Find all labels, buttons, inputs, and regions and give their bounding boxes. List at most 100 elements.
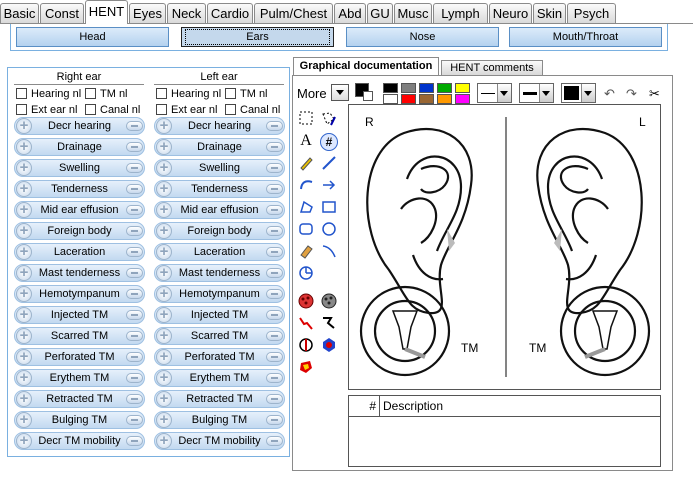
ellipse-tool-icon[interactable] bbox=[321, 221, 337, 237]
plus-icon[interactable]: + bbox=[156, 286, 172, 302]
color-swatch[interactable] bbox=[401, 83, 416, 93]
left-ear-finding-injected-tm[interactable]: + Injected TM bbox=[154, 306, 285, 324]
eraser-icon[interactable] bbox=[298, 243, 314, 259]
left-ear-check-tm-nl[interactable]: TM nl bbox=[225, 88, 268, 100]
left-ear-check-canal-nl[interactable]: Canal nl bbox=[225, 104, 280, 116]
tab-const[interactable]: Const bbox=[40, 3, 84, 24]
minus-icon[interactable] bbox=[126, 268, 143, 278]
checkbox[interactable] bbox=[156, 88, 167, 99]
minus-icon[interactable] bbox=[266, 226, 283, 236]
checkbox[interactable] bbox=[16, 104, 27, 115]
minus-icon[interactable] bbox=[126, 163, 143, 173]
rounded-rectangle-tool-icon[interactable] bbox=[298, 221, 314, 237]
plus-icon[interactable]: + bbox=[16, 307, 32, 323]
rectangle-tool-icon[interactable] bbox=[321, 199, 337, 215]
minus-icon[interactable] bbox=[266, 184, 283, 194]
plus-icon[interactable]: + bbox=[16, 286, 32, 302]
sub-tab-head[interactable]: Head bbox=[16, 27, 169, 47]
line-style-dropdown[interactable] bbox=[477, 83, 512, 103]
left-ear-finding-scarred-tm[interactable]: + Scarred TM bbox=[154, 327, 285, 345]
minus-icon[interactable] bbox=[126, 394, 143, 404]
circle-line-stamp-icon[interactable] bbox=[298, 337, 314, 353]
tab-psych[interactable]: Psych bbox=[567, 3, 616, 24]
left-ear-check-ext-ear-nl[interactable]: Ext ear nl bbox=[156, 104, 217, 116]
right-ear-finding-foreign-body[interactable]: + Foreign body bbox=[14, 222, 145, 240]
left-ear-finding-hemotympanum[interactable]: + Hemotympanum bbox=[154, 285, 285, 303]
plus-icon[interactable]: + bbox=[16, 433, 32, 449]
right-ear-finding-drainage[interactable]: + Drainage bbox=[14, 138, 145, 156]
undo-icon[interactable]: ↶ bbox=[604, 86, 615, 102]
minus-icon[interactable] bbox=[266, 142, 283, 152]
minus-icon[interactable] bbox=[126, 436, 143, 446]
minus-icon[interactable] bbox=[126, 205, 143, 215]
plus-icon[interactable]: + bbox=[156, 391, 172, 407]
pie-tool-icon[interactable] bbox=[298, 265, 314, 281]
tab-lymph[interactable]: Lymph bbox=[433, 3, 488, 24]
minus-icon[interactable] bbox=[266, 352, 283, 362]
plus-icon[interactable]: + bbox=[16, 181, 32, 197]
minus-icon[interactable] bbox=[126, 352, 143, 362]
minus-icon[interactable] bbox=[266, 289, 283, 299]
red-line-stamp-icon[interactable] bbox=[298, 315, 314, 331]
ear-drawing-canvas[interactable]: R L TM TM bbox=[348, 104, 661, 390]
plus-icon[interactable]: + bbox=[16, 244, 32, 260]
left-ear-check-hearing-nl[interactable]: Hearing nl bbox=[156, 88, 221, 100]
plus-icon[interactable]: + bbox=[16, 160, 32, 176]
right-ear-finding-erythem-tm[interactable]: + Erythem TM bbox=[14, 369, 145, 387]
stamp-red-pattern-icon[interactable] bbox=[298, 293, 314, 309]
plus-icon[interactable]: + bbox=[16, 139, 32, 155]
text-tool-icon[interactable]: A bbox=[298, 133, 314, 149]
plus-icon[interactable]: + bbox=[156, 265, 172, 281]
right-ear-finding-scarred-tm[interactable]: + Scarred TM bbox=[14, 327, 145, 345]
tab-hent-comments[interactable]: HENT comments bbox=[441, 60, 543, 76]
right-ear-finding-retracted-tm[interactable]: + Retracted TM bbox=[14, 390, 145, 408]
plus-icon[interactable]: + bbox=[156, 202, 172, 218]
right-ear-finding-laceration[interactable]: + Laceration bbox=[14, 243, 145, 261]
sub-tab-ears[interactable]: Ears bbox=[181, 27, 334, 47]
minus-icon[interactable] bbox=[126, 184, 143, 194]
tab-abd[interactable]: Abd bbox=[334, 3, 366, 24]
right-ear-finding-hemotympanum[interactable]: + Hemotympanum bbox=[14, 285, 145, 303]
left-ear-finding-tenderness[interactable]: + Tenderness bbox=[154, 180, 285, 198]
plus-icon[interactable]: + bbox=[156, 223, 172, 239]
left-ear-finding-laceration[interactable]: + Laceration bbox=[154, 243, 285, 261]
tab-musc[interactable]: Musc bbox=[394, 3, 432, 24]
left-ear-finding-decr-hearing[interactable]: + Decr hearing bbox=[154, 117, 285, 135]
minus-icon[interactable] bbox=[266, 373, 283, 383]
zigzag-stamp-icon[interactable] bbox=[321, 315, 337, 331]
minus-icon[interactable] bbox=[266, 121, 283, 131]
left-ear-finding-bulging-tm[interactable]: + Bulging TM bbox=[154, 411, 285, 429]
tab-basic[interactable]: Basic bbox=[0, 3, 39, 24]
minus-icon[interactable] bbox=[266, 163, 283, 173]
plus-icon[interactable]: + bbox=[16, 202, 32, 218]
right-ear-check-hearing-nl[interactable]: Hearing nl bbox=[16, 88, 81, 100]
plus-icon[interactable]: + bbox=[156, 433, 172, 449]
minus-icon[interactable] bbox=[266, 415, 283, 425]
number-tool-icon[interactable]: # bbox=[320, 133, 338, 151]
right-ear-finding-injected-tm[interactable]: + Injected TM bbox=[14, 306, 145, 324]
minus-icon[interactable] bbox=[266, 394, 283, 404]
fill-dropdown[interactable] bbox=[561, 83, 596, 103]
checkbox[interactable] bbox=[225, 104, 236, 115]
checkbox[interactable] bbox=[156, 104, 167, 115]
right-ear-check-tm-nl[interactable]: TM nl bbox=[85, 88, 128, 100]
polygon-tool-icon[interactable] bbox=[298, 199, 314, 215]
checkbox[interactable] bbox=[225, 88, 236, 99]
plus-icon[interactable]: + bbox=[156, 412, 172, 428]
checkbox[interactable] bbox=[85, 104, 96, 115]
minus-icon[interactable] bbox=[126, 415, 143, 425]
right-ear-check-canal-nl[interactable]: Canal nl bbox=[85, 104, 140, 116]
color-swatch[interactable] bbox=[401, 94, 416, 104]
plus-icon[interactable]: + bbox=[16, 118, 32, 134]
redo-icon[interactable]: ↷ bbox=[626, 86, 637, 102]
plus-icon[interactable]: + bbox=[156, 118, 172, 134]
minus-icon[interactable] bbox=[126, 226, 143, 236]
color-swatch[interactable] bbox=[383, 83, 398, 93]
tab-gu[interactable]: GU bbox=[367, 3, 393, 24]
right-ear-finding-swelling[interactable]: + Swelling bbox=[14, 159, 145, 177]
minus-icon[interactable] bbox=[126, 373, 143, 383]
tab-skin[interactable]: Skin bbox=[533, 3, 566, 24]
left-ear-finding-mid-ear-effusion[interactable]: + Mid ear effusion bbox=[154, 201, 285, 219]
select-freeform-icon[interactable] bbox=[321, 111, 337, 127]
plus-icon[interactable]: + bbox=[156, 349, 172, 365]
